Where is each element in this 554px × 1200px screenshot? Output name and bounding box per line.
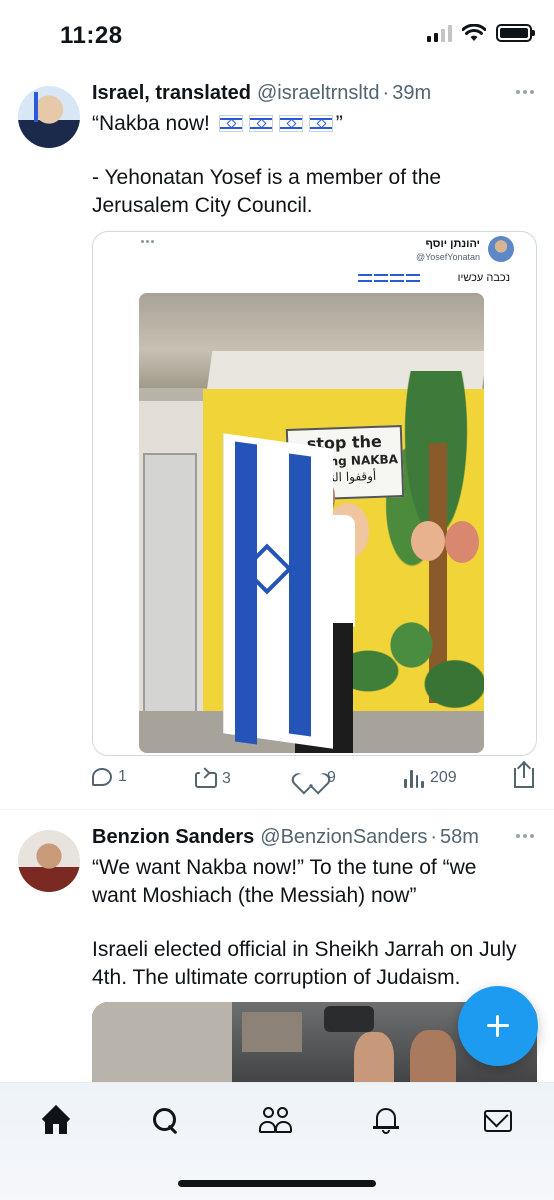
more-options-icon[interactable] bbox=[516, 834, 534, 838]
embedded-author: יהונתן יוסף bbox=[425, 238, 480, 250]
embedded-text: נכבה עכשיו bbox=[457, 272, 510, 284]
author-handle[interactable]: @BenzionSanders bbox=[260, 826, 427, 849]
avatar[interactable] bbox=[18, 86, 80, 148]
embedded-more-icon bbox=[141, 240, 154, 243]
tweet[interactable]: Israel, translated @israeltrnsltd · 39m … bbox=[0, 68, 554, 810]
share-button[interactable] bbox=[514, 762, 534, 788]
views-icon bbox=[404, 768, 424, 788]
tweet-text-line: Jerusalem City Council. bbox=[92, 194, 313, 217]
tweet-header: Benzion Sanders @BenzionSanders · 58m bbox=[92, 826, 536, 849]
nav-notifications[interactable] bbox=[366, 1101, 406, 1141]
nav-communities[interactable] bbox=[256, 1101, 296, 1141]
view-count: 209 bbox=[430, 769, 457, 786]
nav-messages[interactable] bbox=[478, 1101, 518, 1141]
battery-icon bbox=[496, 24, 535, 42]
heart-icon bbox=[299, 768, 321, 788]
communities-icon bbox=[259, 1107, 293, 1135]
tweet-text-line: Israeli elected official in Sheikh Jarra… bbox=[92, 938, 517, 961]
tweet-header: Israel, translated @israeltrnsltd · 39m bbox=[92, 82, 536, 105]
tweet-time[interactable]: 39m bbox=[392, 82, 431, 105]
home-indicator[interactable] bbox=[178, 1180, 376, 1187]
separator: · bbox=[430, 826, 438, 848]
separator: · bbox=[382, 82, 390, 104]
tweet-text-line: “We want Nakba now!” To the tune of “we bbox=[92, 856, 477, 879]
tweet-time[interactable]: 58m bbox=[440, 826, 479, 849]
embedded-flags bbox=[358, 274, 420, 282]
home-icon bbox=[42, 1108, 70, 1134]
bell-icon bbox=[373, 1107, 399, 1135]
avatar[interactable] bbox=[18, 830, 80, 892]
status-bar: 11:28 bbox=[0, 0, 554, 68]
retweet-count: 3 bbox=[222, 770, 231, 787]
tweet-actions: 1 3 9 209 bbox=[92, 762, 537, 798]
nav-home[interactable] bbox=[36, 1101, 76, 1141]
tweet-media[interactable]: יהונתן יוסף @YosefYonatan נכבה עכשיו sto… bbox=[92, 231, 537, 756]
embedded-avatar bbox=[488, 236, 514, 262]
compose-button[interactable] bbox=[458, 986, 538, 1066]
share-icon bbox=[514, 762, 534, 788]
cellular-signal-icon bbox=[427, 24, 452, 42]
author-name[interactable]: Benzion Sanders bbox=[92, 826, 254, 849]
tweet-text-line: “Nakba now! ” bbox=[92, 112, 343, 135]
more-options-icon[interactable] bbox=[516, 90, 534, 94]
tweet-text-line: want Moshiach (the Messiah) now” bbox=[92, 884, 417, 907]
like-button[interactable]: 9 bbox=[299, 768, 336, 788]
retweet-icon bbox=[194, 768, 217, 790]
israel-flag-icon bbox=[218, 115, 243, 132]
reply-count: 1 bbox=[118, 768, 127, 785]
israel-flag-icon bbox=[308, 115, 333, 132]
embedded-photo: stop the ongoing NAKBA أوقفوا النكبة bbox=[139, 293, 484, 753]
tweet-text-line: 4th. The ultimate corruption of Judaism. bbox=[92, 966, 461, 989]
retweet-button[interactable]: 3 bbox=[194, 768, 231, 790]
author-name[interactable]: Israel, translated bbox=[92, 82, 251, 105]
israel-flag-icon bbox=[278, 115, 303, 132]
mail-icon bbox=[484, 1110, 512, 1132]
status-icons bbox=[427, 24, 535, 42]
embedded-handle: @YosefYonatan bbox=[415, 252, 480, 262]
israel-flag-icon bbox=[248, 115, 273, 132]
wifi-icon bbox=[462, 24, 486, 41]
views-button[interactable]: 209 bbox=[404, 768, 457, 788]
search-icon bbox=[153, 1108, 179, 1134]
status-time: 11:28 bbox=[60, 22, 123, 49]
reply-icon bbox=[92, 768, 112, 786]
nav-search[interactable] bbox=[146, 1101, 186, 1141]
reply-button[interactable]: 1 bbox=[92, 768, 127, 786]
tweet-text-line: - Yehonatan Yosef is a member of the bbox=[92, 166, 442, 189]
author-handle[interactable]: @israeltrnsltd bbox=[257, 82, 380, 105]
